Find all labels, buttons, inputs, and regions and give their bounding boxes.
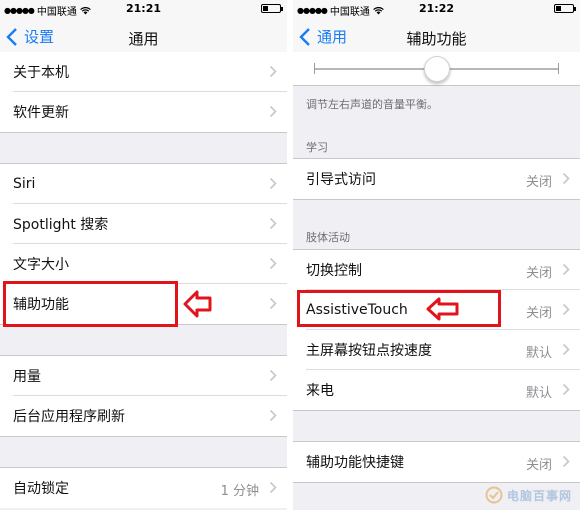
row-label: 辅助功能快捷键 — [306, 455, 404, 471]
row-label: Spotlight 搜索 — [13, 217, 109, 233]
chevron-right-icon — [562, 383, 570, 396]
row-usage[interactable]: 用量 — [0, 356, 287, 396]
highlight-box — [3, 281, 178, 327]
section-header-physical: 肢体活动 — [306, 231, 350, 244]
chevron-right-icon — [562, 172, 570, 185]
row-label: 来电 — [306, 383, 334, 399]
row-label: 切换控制 — [306, 263, 362, 279]
chevron-right-icon — [562, 263, 570, 276]
battery-icon — [261, 4, 283, 13]
row-siri[interactable]: Siri — [0, 164, 287, 204]
balance-slider-cell — [293, 52, 580, 86]
row-label: 主屏幕按钮点按速度 — [306, 343, 432, 359]
row-auto-lock[interactable]: 自动锁定 1 分钟 — [0, 468, 287, 508]
row-label: 自动锁定 — [13, 481, 69, 497]
chevron-right-icon — [269, 409, 277, 422]
arrow-left-icon — [426, 297, 459, 321]
balance-note: 调节左右声道的音量平衡。 — [306, 98, 438, 111]
row-value: 关闭 — [525, 306, 552, 321]
row-text-size[interactable]: 文字大小 — [0, 244, 287, 284]
row-value: 关闭 — [525, 458, 552, 473]
status-bar: ●●●●● 中国联通 21:21 — [0, 0, 287, 18]
row-label: 引导式访问 — [306, 172, 376, 188]
row-value: 默认 — [525, 346, 552, 361]
chevron-right-icon — [269, 65, 277, 78]
back-button[interactable]: 设置 — [6, 26, 54, 47]
back-label: 通用 — [317, 28, 348, 46]
left-screen: ●●●●● 中国联通 21:21 设置 通用 关于本机 软件更新 Siri Sp… — [0, 0, 287, 510]
row-value: 关闭 — [525, 266, 552, 281]
row-value: 关闭 — [525, 175, 552, 190]
chevron-right-icon — [562, 303, 570, 316]
slider-tick-right — [558, 63, 559, 74]
row-label: 关于本机 — [13, 65, 69, 81]
balance-slider-thumb[interactable] — [423, 56, 450, 82]
slider-tick-left — [314, 63, 315, 74]
chevron-right-icon — [269, 217, 277, 230]
row-label: 用量 — [13, 369, 41, 385]
row-guided-access[interactable]: 引导式访问 关闭 — [293, 159, 580, 199]
row-label: 后台应用程序刷新 — [13, 409, 125, 425]
row-value: 1 分钟 — [220, 484, 259, 499]
watermark-text: 电脑百事网 — [506, 488, 572, 503]
watermark-logo-icon — [485, 486, 503, 504]
row-incoming-call[interactable]: 来电 默认 — [293, 370, 580, 410]
status-bar: ●●●●● 中国联通 21:22 — [293, 0, 580, 18]
chevron-right-icon — [269, 369, 277, 382]
chevron-right-icon — [269, 105, 277, 118]
row-accessibility-shortcut[interactable]: 辅助功能快捷键 关闭 — [293, 442, 580, 482]
row-label: 软件更新 — [13, 105, 69, 121]
arrow-left-icon — [183, 290, 212, 318]
chevron-right-icon — [562, 343, 570, 356]
row-software-update[interactable]: 软件更新 — [0, 92, 287, 132]
chevron-right-icon — [269, 257, 277, 270]
row-home-click-speed[interactable]: 主屏幕按钮点按速度 默认 — [293, 330, 580, 370]
back-button[interactable]: 通用 — [299, 26, 347, 47]
highlight-box — [297, 290, 501, 327]
chevron-left-icon — [6, 27, 17, 46]
status-time: 21:21 — [125, 2, 161, 15]
row-background-refresh[interactable]: 后台应用程序刷新 — [0, 396, 287, 436]
row-label: Siri — [13, 176, 36, 192]
right-screen: ●●●●● 中国联通 21:22 通用 辅助功能 调节左右声道的音量平衡。 学习… — [293, 0, 580, 510]
status-time: 21:22 — [418, 2, 454, 15]
row-label: 文字大小 — [13, 257, 69, 273]
watermark: 电脑百事网 — [485, 486, 572, 504]
chevron-right-icon — [269, 177, 277, 190]
chevron-left-icon — [299, 27, 310, 46]
battery-icon — [554, 4, 576, 13]
back-label: 设置 — [24, 28, 55, 46]
row-switch-control[interactable]: 切换控制 关闭 — [293, 250, 580, 290]
chevron-right-icon — [269, 481, 277, 494]
chevron-right-icon — [269, 297, 277, 310]
chevron-right-icon — [562, 455, 570, 468]
row-about[interactable]: 关于本机 — [0, 52, 287, 92]
row-value: 默认 — [525, 386, 552, 401]
section-header-learning: 学习 — [306, 141, 328, 154]
row-spotlight[interactable]: Spotlight 搜索 — [0, 204, 287, 244]
